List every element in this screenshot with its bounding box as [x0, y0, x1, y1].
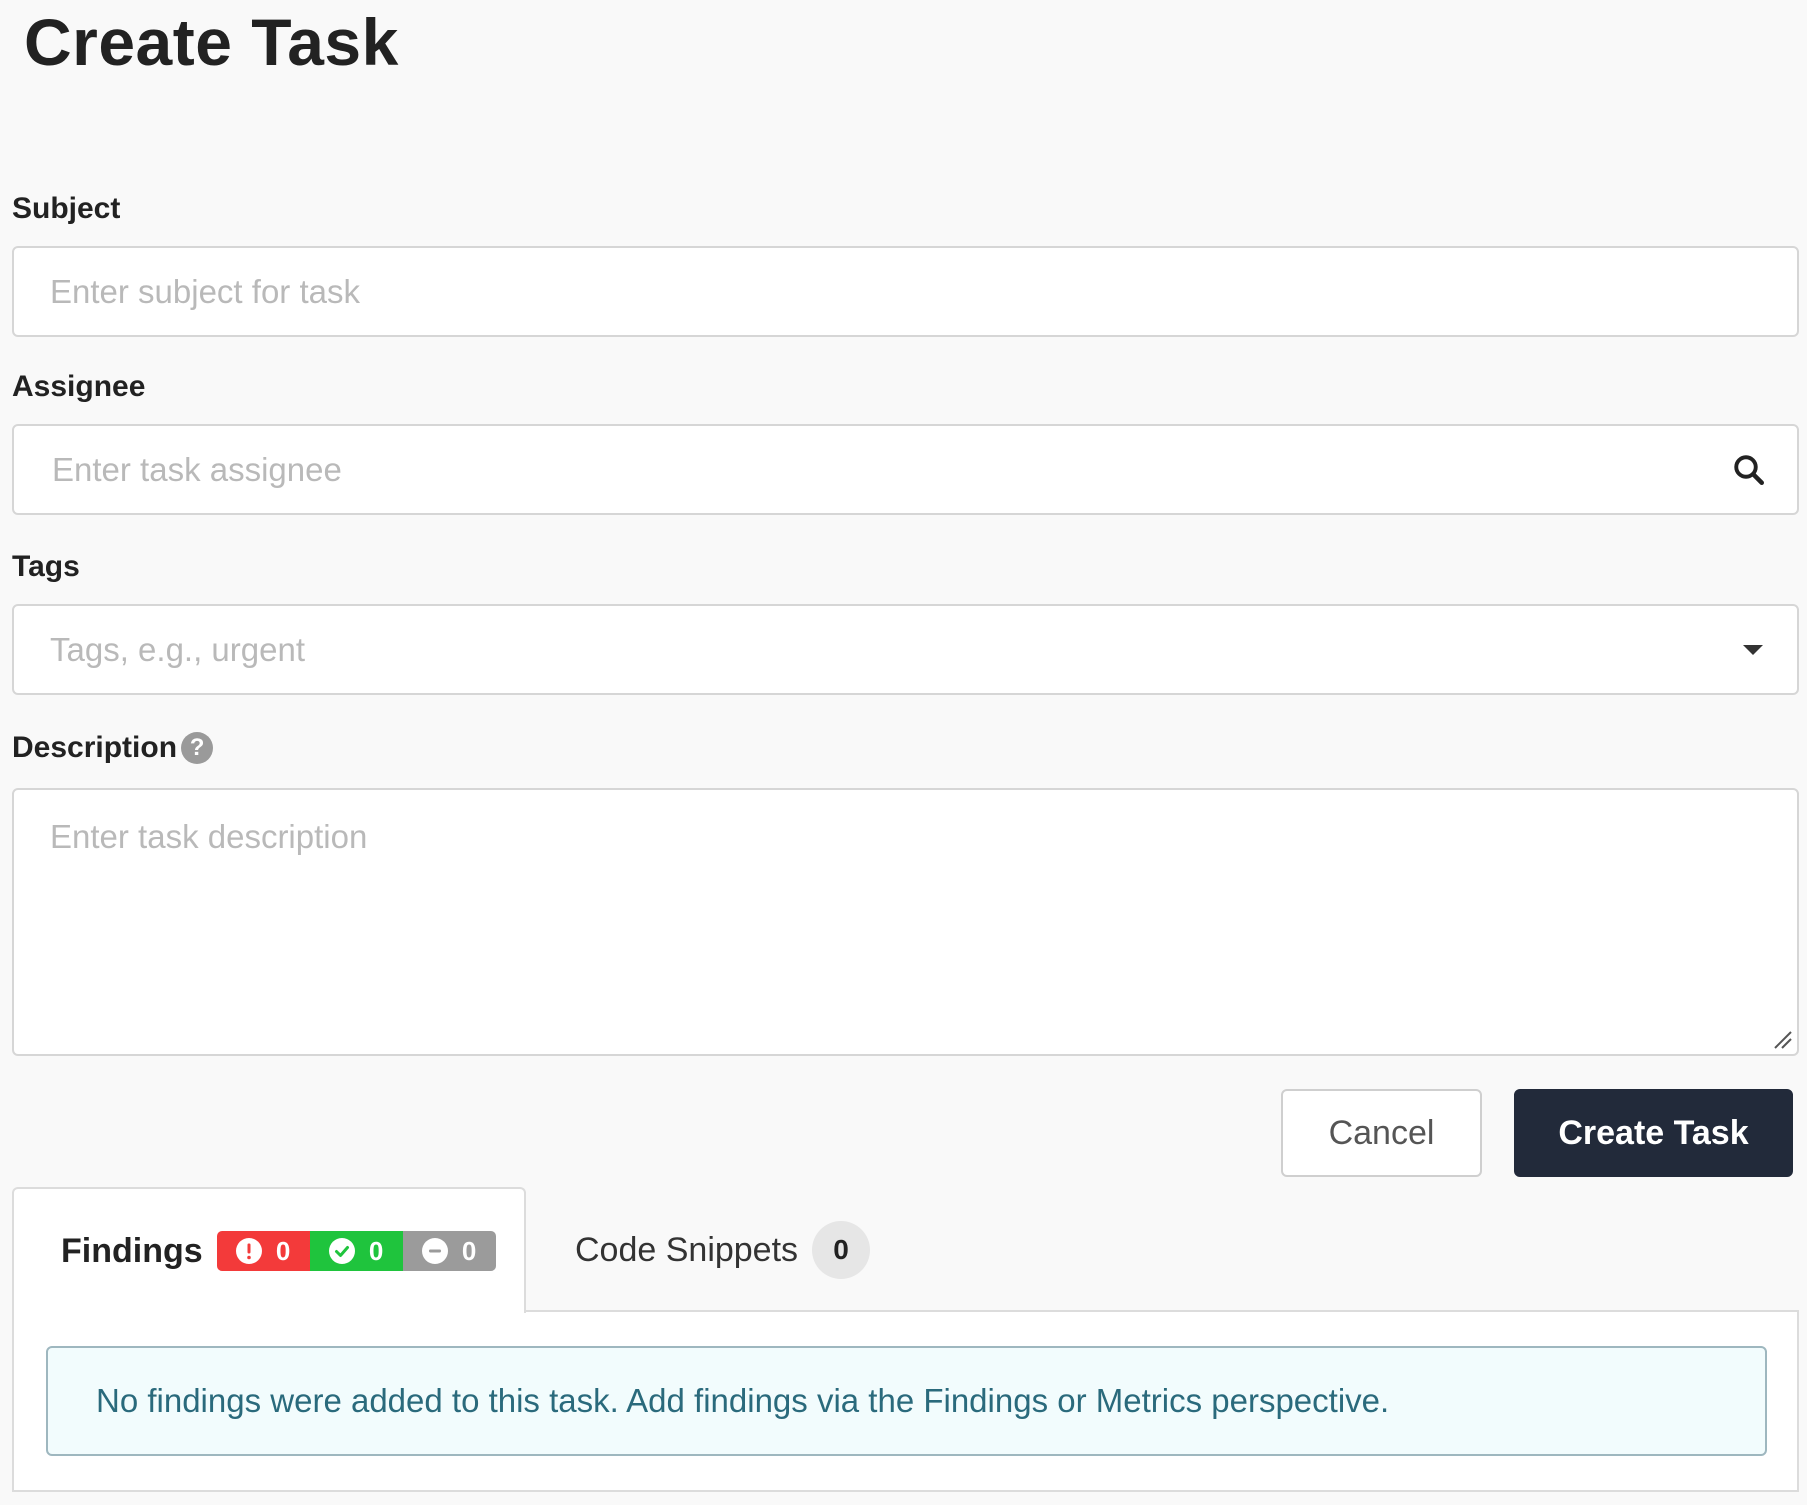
assignee-label: Assignee: [12, 370, 145, 404]
page-title: Create Task: [24, 5, 399, 79]
tags-label: Tags: [12, 550, 80, 584]
description-label-text: Description: [12, 731, 178, 764]
exclamation-circle-icon: [235, 1238, 262, 1264]
tab-code-snippets[interactable]: Code Snippets 0: [575, 1219, 871, 1281]
tags-label-text: Tags: [12, 550, 80, 583]
caret-down-icon[interactable]: [1743, 644, 1763, 655]
error-count-badge: 0: [216, 1231, 310, 1271]
neutral-count: 0: [461, 1235, 477, 1266]
minus-circle-icon: [421, 1238, 448, 1264]
search-icon[interactable]: [1731, 452, 1767, 488]
success-count-badge: 0: [309, 1231, 403, 1271]
assignee-label-text: Assignee: [12, 370, 146, 403]
create-task-button[interactable]: Create Task: [1514, 1089, 1793, 1177]
assignee-input[interactable]: Enter task assignee: [12, 424, 1799, 515]
cancel-button[interactable]: Cancel: [1281, 1089, 1482, 1177]
code-snippets-count-badge: 0: [812, 1221, 871, 1279]
tab-findings-label: Findings: [61, 1231, 203, 1270]
tags-select[interactable]: Tags, e.g., urgent: [12, 604, 1799, 695]
tags-placeholder: Tags, e.g., urgent: [50, 630, 305, 668]
help-icon[interactable]: ?: [181, 732, 214, 764]
description-textarea[interactable]: Enter task description: [12, 788, 1799, 1056]
subject-placeholder: Enter subject for task: [50, 272, 360, 310]
no-findings-message: No findings were added to this task. Add…: [96, 1382, 1390, 1419]
neutral-count-badge: 0: [402, 1231, 496, 1271]
tab-divider: [524, 1310, 1799, 1312]
check-circle-icon: [328, 1238, 355, 1264]
tab-findings[interactable]: Findings 0 0 0: [12, 1187, 526, 1313]
create-task-page: Create Task Subject Enter subject for ta…: [0, 0, 1807, 1505]
subject-input[interactable]: Enter subject for task: [12, 246, 1799, 337]
success-count: 0: [368, 1235, 384, 1266]
description-label: Description ?: [12, 731, 214, 765]
resize-grip-icon[interactable]: [1771, 1028, 1793, 1050]
assignee-placeholder: Enter task assignee: [52, 450, 342, 488]
findings-counts: 0 0 0: [216, 1231, 496, 1271]
description-placeholder: Enter task description: [50, 818, 368, 855]
no-findings-alert: No findings were added to this task. Add…: [46, 1346, 1767, 1456]
subject-label-text: Subject: [12, 192, 121, 225]
subject-label: Subject: [12, 192, 120, 226]
tab-code-snippets-label: Code Snippets: [575, 1230, 799, 1269]
error-count: 0: [275, 1235, 291, 1266]
